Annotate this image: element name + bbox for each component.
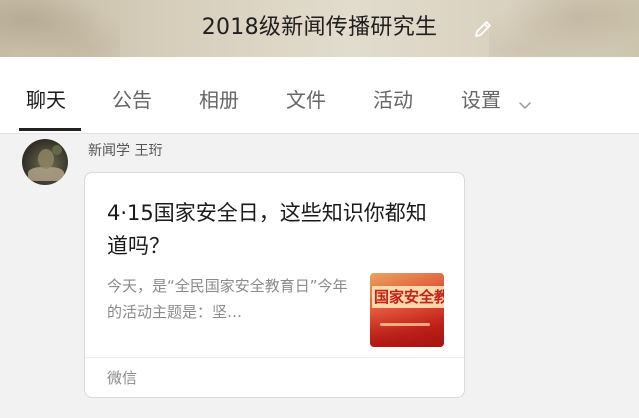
article-title: 4·15国家安全日，这些知识你都知道吗？ (107, 201, 427, 258)
tab-files[interactable]: 文件 (286, 87, 326, 113)
thumbnail-text: 国家安全教 (372, 286, 444, 308)
active-tab-indicator (19, 128, 81, 131)
tab-announcement[interactable]: 公告 (112, 87, 152, 113)
tab-bar: 聊天 公告 相册 文件 活动 设置 (0, 57, 639, 134)
article-description: 今天，是“全民国家安全教育日”今年的活动主题是：坚… (107, 277, 348, 321)
pencil-icon[interactable] (472, 18, 494, 40)
shared-article-card[interactable]: 4·15国家安全日，这些知识你都知道吗？ 今天，是“全民国家安全教育日”今年的活… (84, 172, 465, 398)
card-divider (85, 357, 464, 358)
chat-area: 新闻学 王珩 4·15国家安全日，这些知识你都知道吗？ 今天，是“全民国家安全教… (0, 134, 639, 418)
tab-chat[interactable]: 聊天 (26, 87, 66, 113)
tab-activity[interactable]: 活动 (373, 87, 413, 113)
avatar[interactable] (22, 139, 68, 185)
article-thumbnail: 国家安全教 (370, 273, 444, 347)
chevron-down-icon[interactable] (518, 96, 532, 109)
tab-settings[interactable]: 设置 (461, 87, 501, 113)
article-source: 微信 (107, 369, 138, 387)
group-title: 2018级新闻传播研究生 (201, 15, 438, 40)
sender-name: 新闻学 王珩 (88, 143, 163, 159)
tab-album[interactable]: 相册 (199, 87, 239, 113)
group-header: 2018级新闻传播研究生 (0, 0, 639, 57)
